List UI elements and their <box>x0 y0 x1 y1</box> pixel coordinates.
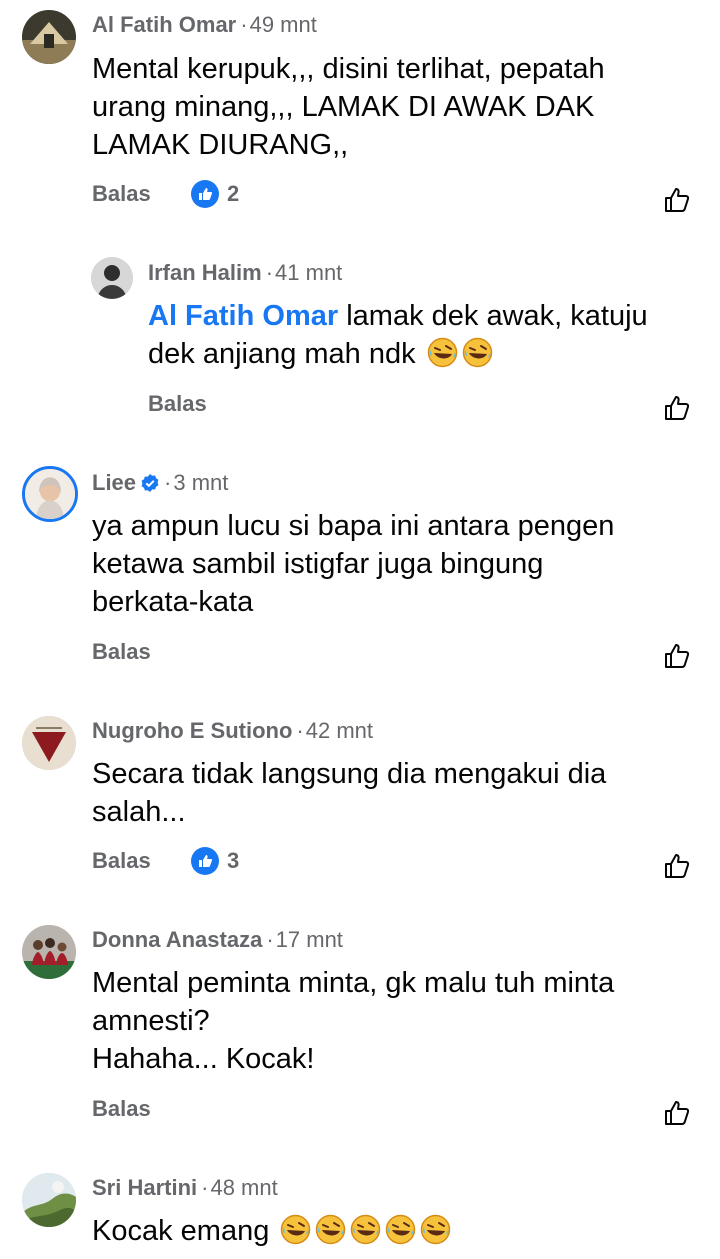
comment-text: Mental peminta minta, gk malu tuh minta … <box>92 967 615 1075</box>
comment-text: Kocak emang <box>92 1212 452 1250</box>
like-button[interactable] <box>662 185 692 215</box>
comment-time[interactable]: 41 mnt <box>275 260 342 285</box>
reply-button[interactable]: Balas <box>92 1096 151 1122</box>
comment-text: Secara tidak langsung dia mengakui dia s… <box>92 758 607 828</box>
rolling-laughing-emoji-icon <box>349 1213 382 1246</box>
rolling-laughing-emoji-icon <box>419 1213 452 1246</box>
reaction-count[interactable]: 3 <box>191 847 239 875</box>
comment-author[interactable]: Liee <box>92 470 136 495</box>
like-button[interactable] <box>662 851 692 881</box>
comment-author[interactable]: Donna Anastaza <box>92 927 262 952</box>
reply-button[interactable]: Balas <box>148 391 207 417</box>
comment-time[interactable]: 17 mnt <box>276 927 343 952</box>
comment-text: Al Fatih Omar lamak dek awak, katuju dek… <box>148 300 648 370</box>
like-reaction-icon <box>191 847 219 875</box>
comment-author[interactable]: Sri Hartini <box>92 1175 197 1200</box>
avatar[interactable] <box>22 925 76 979</box>
like-button[interactable] <box>662 641 692 671</box>
comment-author[interactable]: Nugroho E Sutiono <box>92 718 292 743</box>
mention-link[interactable]: Al Fatih Omar <box>148 300 338 332</box>
verified-badge-icon <box>140 473 160 493</box>
avatar[interactable] <box>22 1173 76 1227</box>
reply-button[interactable]: Balas <box>92 181 151 207</box>
comment-text: Mental kerupuk,,, disini terlihat, pepat… <box>92 53 605 161</box>
avatar[interactable] <box>22 10 76 64</box>
comment-time[interactable]: 49 mnt <box>250 12 317 37</box>
rolling-laughing-emoji-icon <box>426 336 459 369</box>
reply-button[interactable]: Balas <box>92 848 151 874</box>
comment-text: ya ampun lucu si bapa ini antara pengen … <box>92 510 615 618</box>
rolling-laughing-emoji-icon <box>384 1213 417 1246</box>
rolling-laughing-emoji-icon <box>279 1213 312 1246</box>
avatar[interactable] <box>91 257 133 299</box>
rolling-laughing-emoji-icon <box>461 336 494 369</box>
like-button[interactable] <box>662 1098 692 1128</box>
reaction-count[interactable]: 2 <box>191 180 239 208</box>
comment-author[interactable]: Al Fatih Omar <box>92 12 236 37</box>
like-button[interactable] <box>662 393 692 423</box>
like-reaction-icon <box>191 180 219 208</box>
avatar[interactable] <box>22 716 76 770</box>
comment-time[interactable]: 3 mnt <box>173 470 228 495</box>
comment-time[interactable]: 42 mnt <box>306 718 373 743</box>
comment-author[interactable]: Irfan Halim <box>148 260 262 285</box>
rolling-laughing-emoji-icon <box>314 1213 347 1246</box>
comment-time[interactable]: 48 mnt <box>210 1175 277 1200</box>
avatar[interactable] <box>22 466 78 522</box>
reply-button[interactable]: Balas <box>92 639 151 665</box>
